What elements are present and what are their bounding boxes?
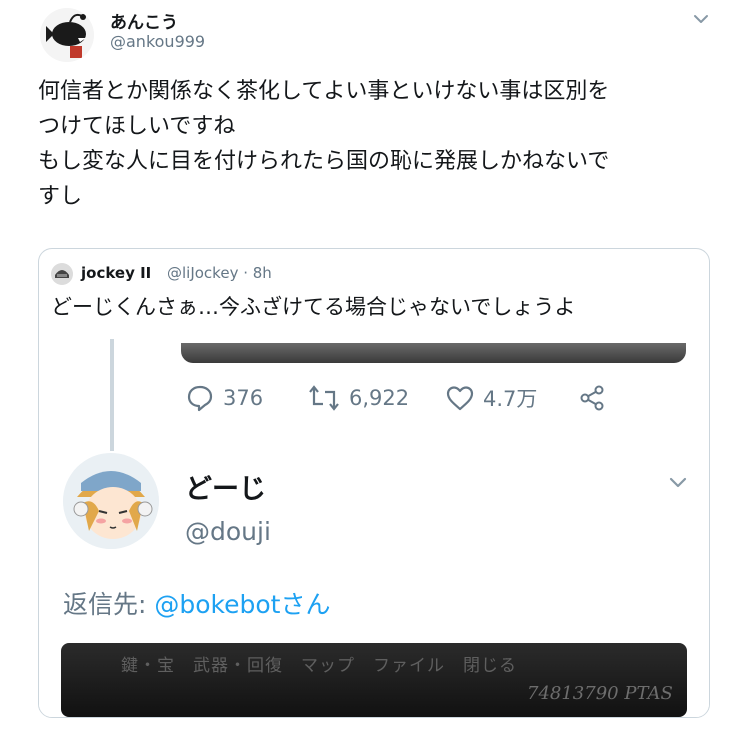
embedded-screenshot: 376 6,922 4.7万 どーじ @douji 返信先: @bokebotさ… xyxy=(39,329,709,717)
quoted-handle-time: @liJockey · 8h xyxy=(167,264,272,282)
like-action[interactable]: 4.7万 xyxy=(445,381,537,415)
quoted-display-name[interactable]: jockey II xyxy=(81,264,151,282)
reply-action[interactable]: 376 xyxy=(185,381,263,415)
chevron-down-icon[interactable] xyxy=(665,469,691,495)
anime-character-avatar-icon xyxy=(63,453,159,549)
retweet-icon xyxy=(309,385,339,411)
tweet-text: 何信者とか関係なく茶化してよい事といけない事は区別を つけてほしいですね もし変… xyxy=(38,79,610,209)
anglerfish-avatar-icon xyxy=(40,8,94,62)
game-money-text: 74813790 PTAS xyxy=(527,683,673,704)
share-icon xyxy=(580,385,604,411)
reply-author-name[interactable]: どーじ xyxy=(185,467,266,506)
quoted-avatar[interactable] xyxy=(51,263,73,285)
helmet-avatar-icon xyxy=(51,263,73,285)
quoted-tweet-text: どーじくんさぁ…今ふざけてる場合じゃないでしょうよ xyxy=(51,295,576,319)
avatar[interactable] xyxy=(40,8,94,62)
user-handle[interactable]: @ankou999 xyxy=(110,32,205,51)
reply-count: 376 xyxy=(223,386,264,410)
quoted-tweet-card[interactable]: jockey II @liJockey · 8h どーじくんさぁ…今ふざけてる場… xyxy=(38,248,710,718)
reply-to-user-link[interactable]: @bokebotさん xyxy=(154,590,330,619)
chevron-down-icon[interactable] xyxy=(690,8,712,30)
retweet-count: 6,922 xyxy=(349,386,410,410)
display-name[interactable]: あんこう xyxy=(110,8,178,33)
like-count: 4.7万 xyxy=(483,387,538,411)
game-menu-image: 鍵・宝 武器・回復 マップ ファイル 閉じる 74813790 PTAS xyxy=(61,643,687,717)
heart-icon xyxy=(446,386,474,411)
reply-author-handle[interactable]: @douji xyxy=(185,517,271,546)
reply-author-avatar[interactable] xyxy=(63,453,159,549)
thread-line xyxy=(110,339,114,451)
reply-icon xyxy=(187,385,213,412)
share-action[interactable] xyxy=(577,381,607,415)
reply-to-prefix: 返信先: xyxy=(63,590,155,619)
media-image-strip xyxy=(181,343,686,363)
retweet-action[interactable]: 6,922 xyxy=(307,381,409,415)
reply-to-line: 返信先: @bokebotさん xyxy=(63,585,330,621)
game-menu-text: 鍵・宝 武器・回復 マップ ファイル 閉じる xyxy=(121,656,517,676)
